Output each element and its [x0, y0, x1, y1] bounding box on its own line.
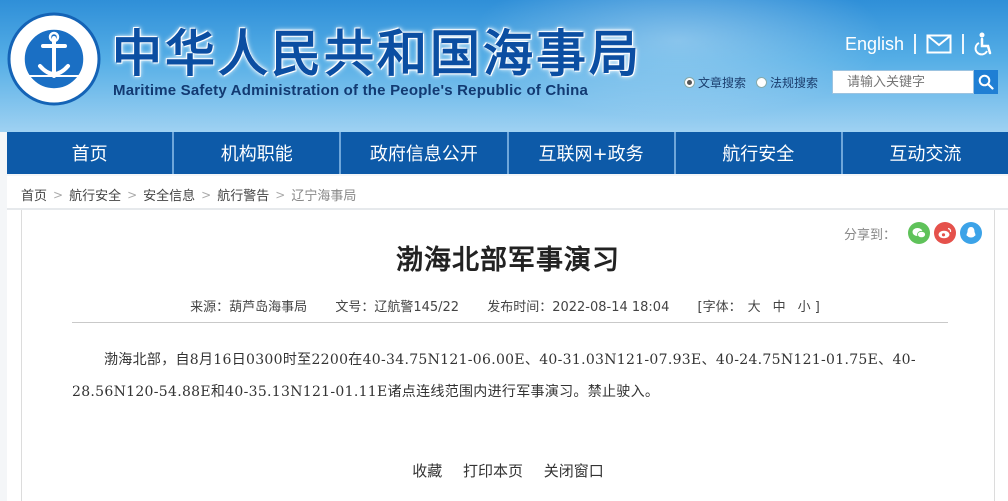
- radio-law-search[interactable]: 法规搜索: [756, 74, 818, 91]
- content-card: 首页 > 航行安全 > 安全信息 > 航行警告 > 辽宁海事局 分享到： 渤海北…: [7, 176, 1008, 501]
- site-title: 中华人民共和国海事局: [112, 25, 642, 83]
- nav-home[interactable]: 首页: [7, 132, 175, 174]
- breadcrumb-warnings[interactable]: 航行警告: [217, 185, 269, 204]
- chevron-right-icon: >: [127, 187, 138, 202]
- chevron-right-icon: >: [201, 187, 212, 202]
- breadcrumb-current[interactable]: 辽宁海事局: [291, 185, 356, 204]
- radio-dot-selected[interactable]: [684, 76, 695, 88]
- english-link[interactable]: English: [845, 34, 904, 55]
- article-title: 渤海北部军事演习: [396, 245, 620, 276]
- tool-divider: [914, 34, 916, 54]
- article-doc-number: 文号：辽航警145/22: [335, 300, 460, 315]
- header-tools: English: [845, 32, 994, 56]
- search-button[interactable]: [974, 70, 999, 94]
- font-size-control: [字体： 大中小 ]: [698, 300, 826, 315]
- close-window-button[interactable]: 关闭窗口: [544, 462, 604, 480]
- article-actions: 收藏 打印本页 关闭窗口: [22, 460, 994, 481]
- article-publish-time: 发布时间：2022-08-14 18:04: [487, 300, 670, 315]
- search-input[interactable]: [832, 70, 975, 94]
- breadcrumb: 首页 > 航行安全 > 安全信息 > 航行警告 > 辽宁海事局: [21, 185, 356, 205]
- msa-logo[interactable]: [7, 12, 101, 106]
- chevron-right-icon: >: [275, 187, 286, 202]
- print-button[interactable]: 打印本页: [463, 462, 523, 480]
- site-subtitle: Maritime Safety Administration of the Pe…: [113, 82, 589, 99]
- nav-functions[interactable]: 机构职能: [174, 132, 342, 174]
- font-large-button[interactable]: 大: [748, 300, 761, 315]
- meta-divider: [72, 322, 948, 323]
- article-meta: 来源：葫芦岛海事局 文号：辽航警145/22 发布时间：2022-08-14 1…: [22, 296, 994, 315]
- nav-navigation-safety[interactable]: 航行安全: [676, 132, 843, 174]
- font-medium-button[interactable]: 中: [773, 300, 786, 315]
- nav-interaction[interactable]: 互动交流: [843, 132, 1008, 174]
- chevron-right-icon: >: [53, 187, 64, 202]
- breadcrumb-navigation-safety[interactable]: 航行安全: [69, 185, 121, 204]
- breadcrumb-home[interactable]: 首页: [21, 185, 47, 204]
- font-small-button[interactable]: 小 ]: [798, 300, 820, 315]
- nav-gov-info[interactable]: 政府信息公开: [341, 132, 509, 174]
- radio-law-label: 法规搜索: [770, 75, 819, 90]
- radio-article-label: 文章搜索: [698, 75, 747, 90]
- search-bar: 文章搜索 法规搜索: [684, 70, 999, 94]
- radio-article-search[interactable]: 文章搜索: [684, 74, 746, 91]
- breadcrumb-safety-info[interactable]: 安全信息: [143, 185, 195, 204]
- main-nav: 首页 机构职能 政府信息公开 互联网+政务 航行安全 互动交流: [7, 132, 1008, 174]
- article-body: 渤海北部，自8月16日0300时至2200在40-34.75N121-06.00…: [72, 352, 916, 400]
- radio-dot[interactable]: [756, 76, 768, 88]
- site-header: 中华人民共和国海事局 Maritime Safety Administratio…: [0, 0, 1008, 132]
- accessibility-icon[interactable]: [974, 32, 994, 56]
- font-size-label: [字体：: [697, 300, 742, 315]
- article-panel: 分享到： 渤海北部军事演习 来源：葫芦岛海事局 文号：辽航警145/22 发布时…: [21, 210, 995, 501]
- article-source: 来源：葫芦岛海事局: [190, 300, 308, 315]
- favorite-button[interactable]: 收藏: [412, 462, 442, 480]
- nav-internet-gov[interactable]: 互联网+政务: [509, 132, 676, 174]
- mail-icon[interactable]: [926, 34, 952, 54]
- tool-divider: [962, 34, 964, 54]
- search-icon: [978, 74, 994, 90]
